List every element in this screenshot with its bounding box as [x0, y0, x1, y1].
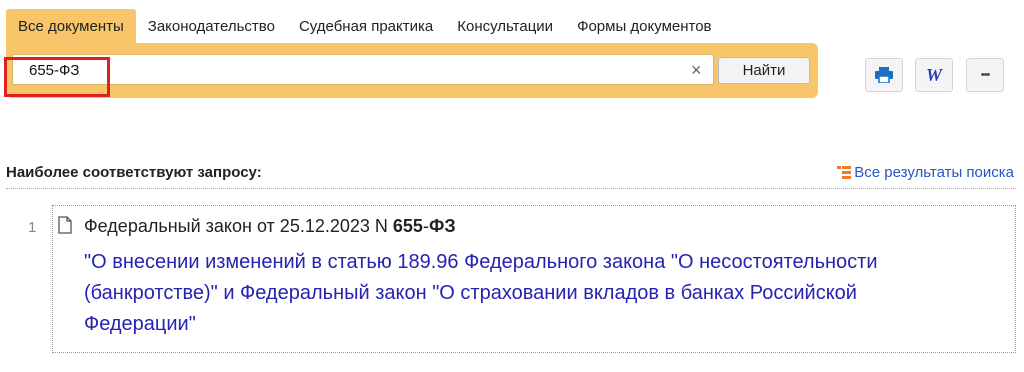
print-button[interactable] — [865, 58, 903, 92]
result-title-link[interactable]: "О внесении изменений в статью 189.96 Фе… — [84, 247, 944, 340]
section-divider — [6, 188, 1016, 189]
tab-legislation[interactable]: Законодательство — [136, 9, 287, 43]
tab-all-documents[interactable]: Все документы — [6, 9, 136, 43]
all-results-label: Все результаты поиска — [854, 164, 1014, 181]
find-button[interactable]: Найти — [718, 57, 810, 84]
more-icon: ••• — [980, 69, 991, 81]
tab-court-practice[interactable]: Судебная практика — [287, 9, 445, 43]
tab-consultations[interactable]: Консультации — [445, 9, 565, 43]
search-input[interactable] — [27, 55, 671, 85]
search-tabs: Все документы Законодательство Судебная … — [6, 9, 724, 43]
result-number: 1 — [28, 219, 37, 236]
tab-document-forms[interactable]: Формы документов — [565, 9, 723, 43]
clear-icon[interactable]: × — [691, 60, 702, 81]
result-header-number: 655 — [392, 216, 423, 236]
list-icon — [837, 166, 852, 179]
export-word-button[interactable]: W — [915, 58, 953, 92]
results-section-title: Наиболее соответствуют запросу: — [6, 164, 262, 181]
result-header-prefix: Федеральный закон от 25.12.2023 N — [84, 216, 393, 236]
word-icon: W — [925, 64, 942, 85]
search-panel: × Найти — [6, 43, 818, 98]
document-icon — [58, 216, 72, 234]
all-results-link[interactable]: Все результаты поиска — [837, 164, 1014, 181]
more-button[interactable]: ••• — [966, 58, 1004, 92]
search-box: × — [12, 54, 714, 85]
result-header: Федеральный закон от 25.12.2023 N 655-ФЗ — [84, 216, 456, 237]
printer-icon — [875, 67, 893, 83]
result-header-suffix: ФЗ — [428, 216, 456, 236]
